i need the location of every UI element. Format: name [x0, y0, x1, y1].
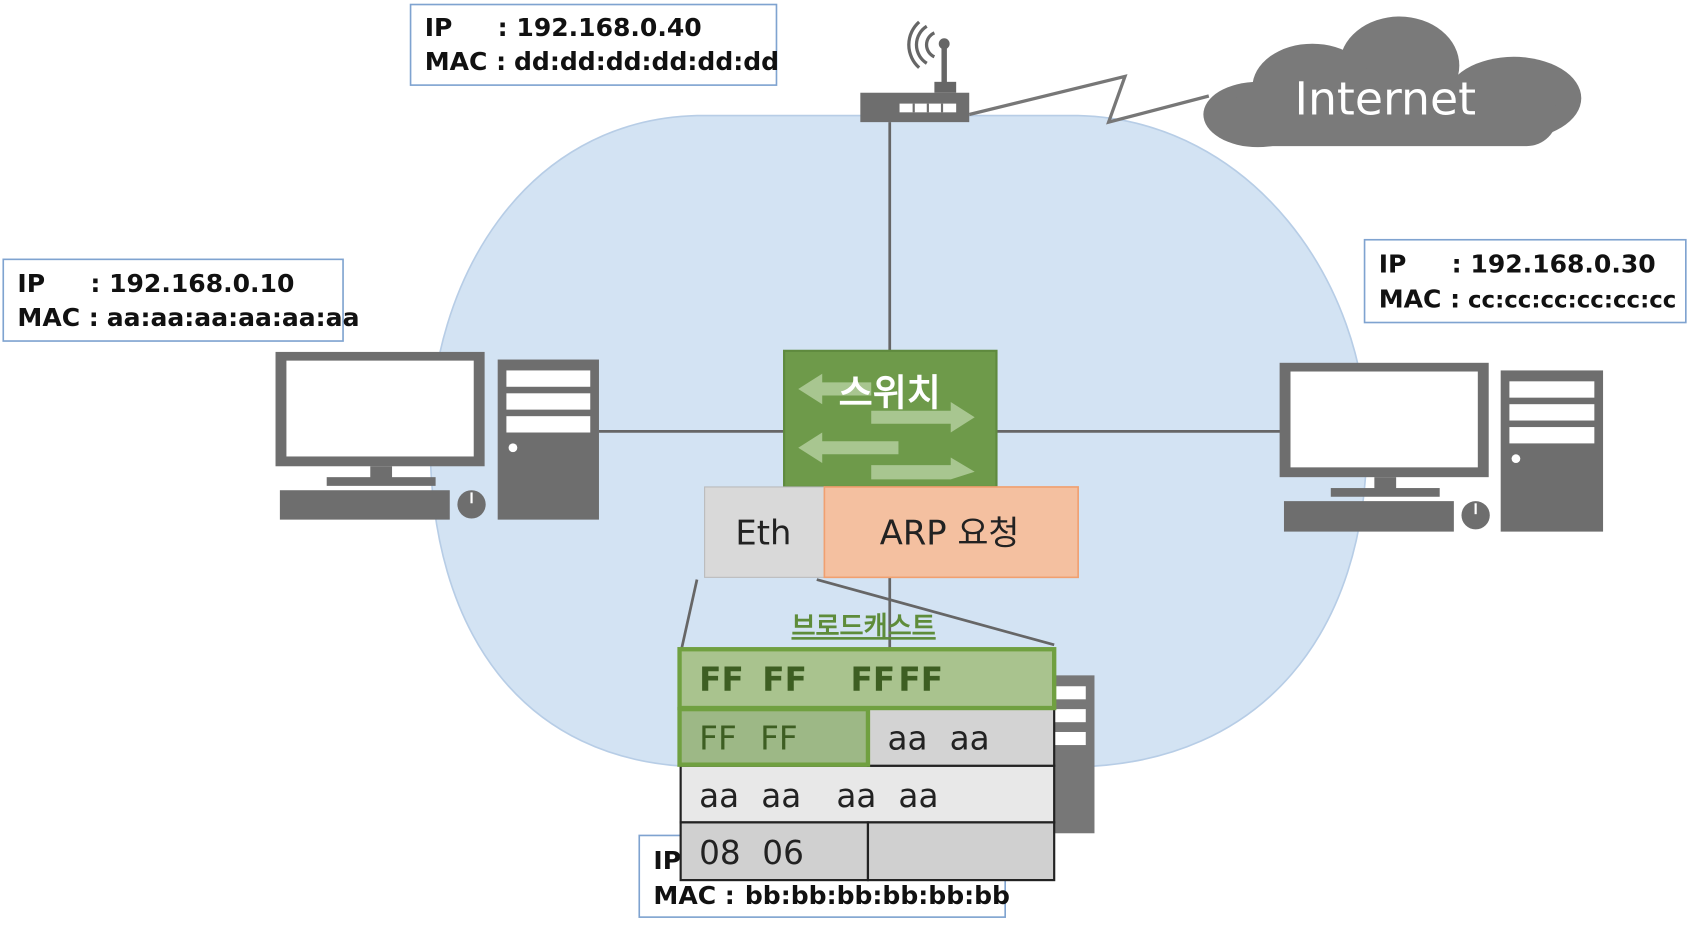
host-c-info-box: IP : 192.168.0.30 MAC : cc:cc:cc:cc:cc:c…	[1363, 238, 1687, 324]
computer-c-icon	[1279, 362, 1604, 532]
dest-mac-byte: FF	[699, 661, 744, 699]
src-mac-byte: aa	[888, 719, 928, 757]
arp-broadcast-diagram: Internet IP : 192.168.0.40 MAC : dd:dd:d…	[2, 3, 1687, 918]
dest-mac-byte: FF	[762, 661, 807, 699]
router-info-box: IP : 192.168.0.40 MAC : dd:dd:dd:dd:dd:d…	[409, 3, 779, 86]
ip-label: IP	[17, 269, 45, 298]
src-mac-byte: aa	[761, 777, 801, 815]
mac-value: dd:dd:dd:dd:dd:dd	[514, 47, 779, 76]
ip-value: : 192.168.0.30	[1452, 249, 1656, 278]
eth-label: Eth	[735, 514, 791, 553]
mac-label: MAC :	[17, 303, 98, 332]
internet-label: Internet	[1294, 73, 1476, 126]
dest-mac-byte: FF	[898, 661, 943, 699]
computer-a-icon	[275, 351, 599, 520]
arp-label: ARP 요청	[880, 514, 1020, 553]
mac-value: bb:bb:bb:bb:bb:bb	[745, 881, 1010, 910]
ethertype-byte: 08	[699, 834, 741, 872]
broadcast-label: 브로드캐스트	[791, 612, 935, 642]
mac-label: MAC :	[1379, 284, 1460, 313]
dest-mac-byte: FF	[851, 661, 896, 699]
src-mac-byte: aa	[699, 777, 739, 815]
mac-value: aa:aa:aa:aa:aa:aa	[107, 303, 360, 332]
mac-label: MAC :	[425, 47, 506, 76]
src-mac-byte: aa	[898, 777, 938, 815]
dest-mac-byte: FF	[699, 719, 737, 757]
ip-label: IP	[1379, 249, 1407, 278]
ip-label: IP	[425, 13, 453, 42]
ip-value: : 192.168.0.10	[90, 269, 294, 298]
ip-value: : 192.168.0.40	[498, 13, 702, 42]
switch-label: 스위치	[839, 371, 941, 414]
src-mac-byte: aa	[836, 777, 876, 815]
ethertype-byte: 06	[762, 834, 804, 872]
host-a-info-box: IP : 192.168.0.10 MAC : aa:aa:aa:aa:aa:a…	[2, 258, 360, 342]
ip-label: IP	[653, 846, 681, 875]
dest-mac-byte: FF	[760, 719, 798, 757]
router-icon	[860, 20, 970, 123]
src-mac-byte: aa	[950, 719, 990, 757]
mac-value: cc:cc:cc:cc:cc:cc	[1468, 287, 1676, 313]
mac-label: MAC :	[653, 881, 734, 910]
